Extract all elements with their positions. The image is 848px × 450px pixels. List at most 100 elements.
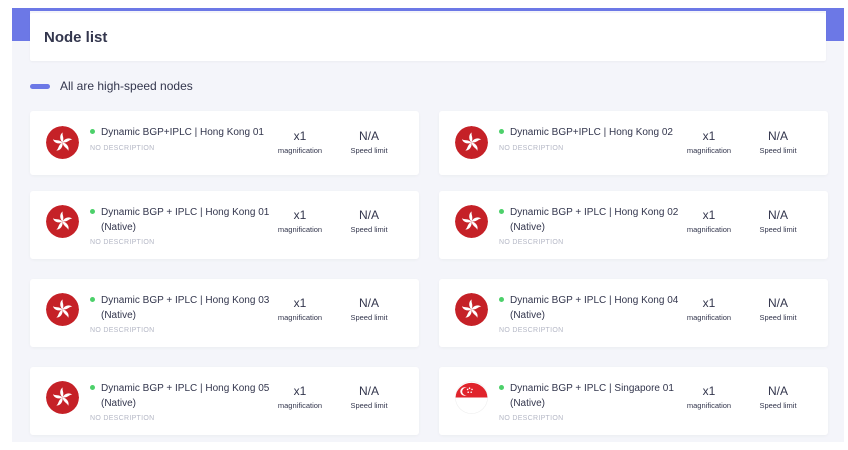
magnification-stat: x1 magnification	[679, 129, 739, 157]
node-name: Dynamic BGP + IPLC | Hong Kong 02 (Nativ…	[510, 207, 679, 233]
speed-limit-label: Speed limit	[759, 225, 797, 234]
node-description: NO DESCRIPTION	[499, 327, 564, 334]
magnification-stat: x1 magnification	[679, 208, 739, 236]
section-heading: All are high-speed nodes	[30, 79, 193, 93]
magnification-label: magnification	[277, 146, 323, 155]
singapore-flag-icon	[455, 381, 488, 414]
magnification-value: x1	[702, 296, 716, 310]
magnification-stat: x1 magnification	[679, 384, 739, 412]
node-description: NO DESCRIPTION	[499, 415, 564, 422]
online-status-icon	[499, 129, 504, 134]
node-description: NO DESCRIPTION	[90, 327, 155, 334]
node-name: Dynamic BGP + IPLC | Singapore 01 (Nativ…	[510, 383, 674, 409]
online-status-icon	[499, 209, 504, 214]
node-list-panel: Node list All are high-speed nodes Dynam…	[12, 8, 844, 442]
magnification-label: magnification	[686, 146, 732, 155]
node-card[interactable]: Dynamic BGP + IPLC | Singapore 01 (Nativ…	[439, 367, 828, 435]
online-status-icon	[90, 209, 95, 214]
magnification-stat: x1 magnification	[679, 296, 739, 324]
node-description: NO DESCRIPTION	[90, 239, 155, 246]
magnification-value: x1	[702, 384, 716, 398]
accent-bar-right	[826, 11, 844, 41]
speed-limit-value: N/A	[767, 296, 788, 310]
magnification-value: x1	[293, 208, 307, 222]
node-title: Dynamic BGP + IPLC | Hong Kong 03 (Nativ…	[90, 293, 280, 323]
online-status-icon	[499, 297, 504, 302]
hong-kong-flag-icon	[46, 126, 79, 159]
node-name: Dynamic BGP + IPLC | Hong Kong 03 (Nativ…	[101, 295, 270, 321]
node-card[interactable]: Dynamic BGP + IPLC | Hong Kong 01 (Nativ…	[30, 191, 419, 259]
hong-kong-flag-icon	[46, 205, 79, 238]
node-card[interactable]: Dynamic BGP+IPLC | Hong Kong 01 NO DESCR…	[30, 111, 419, 175]
speed-limit-value: N/A	[358, 208, 379, 222]
page-title: Node list	[44, 28, 108, 46]
node-card[interactable]: Dynamic BGP + IPLC | Hong Kong 04 (Nativ…	[439, 279, 828, 347]
speed-limit-stat: N/A Speed limit	[748, 208, 808, 236]
magnification-label: magnification	[277, 313, 323, 322]
speed-limit-value: N/A	[358, 384, 379, 398]
magnification-value: x1	[293, 296, 307, 310]
speed-limit-stat: N/A Speed limit	[748, 384, 808, 412]
speed-limit-label: Speed limit	[759, 146, 797, 155]
section-marker	[30, 83, 50, 89]
speed-limit-stat: N/A Speed limit	[748, 129, 808, 157]
node-name: Dynamic BGP+IPLC | Hong Kong 02	[510, 127, 673, 138]
node-name: Dynamic BGP + IPLC | Hong Kong 04 (Nativ…	[510, 295, 679, 321]
node-card[interactable]: Dynamic BGP + IPLC | Hong Kong 03 (Nativ…	[30, 279, 419, 347]
hong-kong-flag-icon	[46, 381, 79, 414]
node-card[interactable]: Dynamic BGP + IPLC | Hong Kong 05 (Nativ…	[30, 367, 419, 435]
speed-limit-label: Speed limit	[350, 225, 388, 234]
node-title: Dynamic BGP+IPLC | Hong Kong 01	[90, 125, 280, 140]
magnification-label: magnification	[686, 401, 732, 410]
speed-limit-stat: N/A Speed limit	[748, 296, 808, 324]
magnification-value: x1	[702, 208, 716, 222]
node-description: NO DESCRIPTION	[499, 239, 564, 246]
speed-limit-value: N/A	[767, 384, 788, 398]
online-status-icon	[499, 385, 504, 390]
node-name: Dynamic BGP + IPLC | Hong Kong 01 (Nativ…	[101, 207, 270, 233]
speed-limit-value: N/A	[767, 208, 788, 222]
online-status-icon	[90, 297, 95, 302]
speed-limit-value: N/A	[358, 129, 379, 143]
speed-limit-label: Speed limit	[759, 401, 797, 410]
magnification-label: magnification	[686, 225, 732, 234]
magnification-stat: x1 magnification	[270, 296, 330, 324]
magnification-value: x1	[293, 384, 307, 398]
magnification-value: x1	[293, 129, 307, 143]
node-description: NO DESCRIPTION	[90, 145, 155, 152]
speed-limit-stat: N/A Speed limit	[339, 129, 399, 157]
speed-limit-label: Speed limit	[350, 401, 388, 410]
online-status-icon	[90, 129, 95, 134]
magnification-stat: x1 magnification	[270, 208, 330, 236]
node-title: Dynamic BGP + IPLC | Singapore 01 (Nativ…	[499, 381, 689, 411]
hong-kong-flag-icon	[46, 293, 79, 326]
node-name: Dynamic BGP+IPLC | Hong Kong 01	[101, 127, 264, 138]
speed-limit-stat: N/A Speed limit	[339, 208, 399, 236]
online-status-icon	[90, 385, 95, 390]
speed-limit-value: N/A	[767, 129, 788, 143]
hong-kong-flag-icon	[455, 293, 488, 326]
magnification-stat: x1 magnification	[270, 129, 330, 157]
node-title: Dynamic BGP + IPLC | Hong Kong 04 (Nativ…	[499, 293, 689, 323]
magnification-value: x1	[702, 129, 716, 143]
node-name: Dynamic BGP + IPLC | Hong Kong 05 (Nativ…	[101, 383, 270, 409]
magnification-label: magnification	[686, 313, 732, 322]
speed-limit-label: Speed limit	[350, 146, 388, 155]
magnification-label: magnification	[277, 225, 323, 234]
magnification-label: magnification	[277, 401, 323, 410]
section-title: All are high-speed nodes	[60, 79, 193, 93]
node-title: Dynamic BGP + IPLC | Hong Kong 02 (Nativ…	[499, 205, 689, 235]
speed-limit-label: Speed limit	[350, 313, 388, 322]
node-title: Dynamic BGP + IPLC | Hong Kong 01 (Nativ…	[90, 205, 280, 235]
page-header: Node list	[30, 13, 826, 61]
hong-kong-flag-icon	[455, 205, 488, 238]
node-title: Dynamic BGP+IPLC | Hong Kong 02	[499, 125, 689, 140]
node-card[interactable]: Dynamic BGP+IPLC | Hong Kong 02 NO DESCR…	[439, 111, 828, 175]
hong-kong-flag-icon	[455, 126, 488, 159]
magnification-stat: x1 magnification	[270, 384, 330, 412]
node-card[interactable]: Dynamic BGP + IPLC | Hong Kong 02 (Nativ…	[439, 191, 828, 259]
speed-limit-stat: N/A Speed limit	[339, 296, 399, 324]
accent-bar-left	[12, 11, 30, 41]
node-description: NO DESCRIPTION	[499, 145, 564, 152]
speed-limit-stat: N/A Speed limit	[339, 384, 399, 412]
